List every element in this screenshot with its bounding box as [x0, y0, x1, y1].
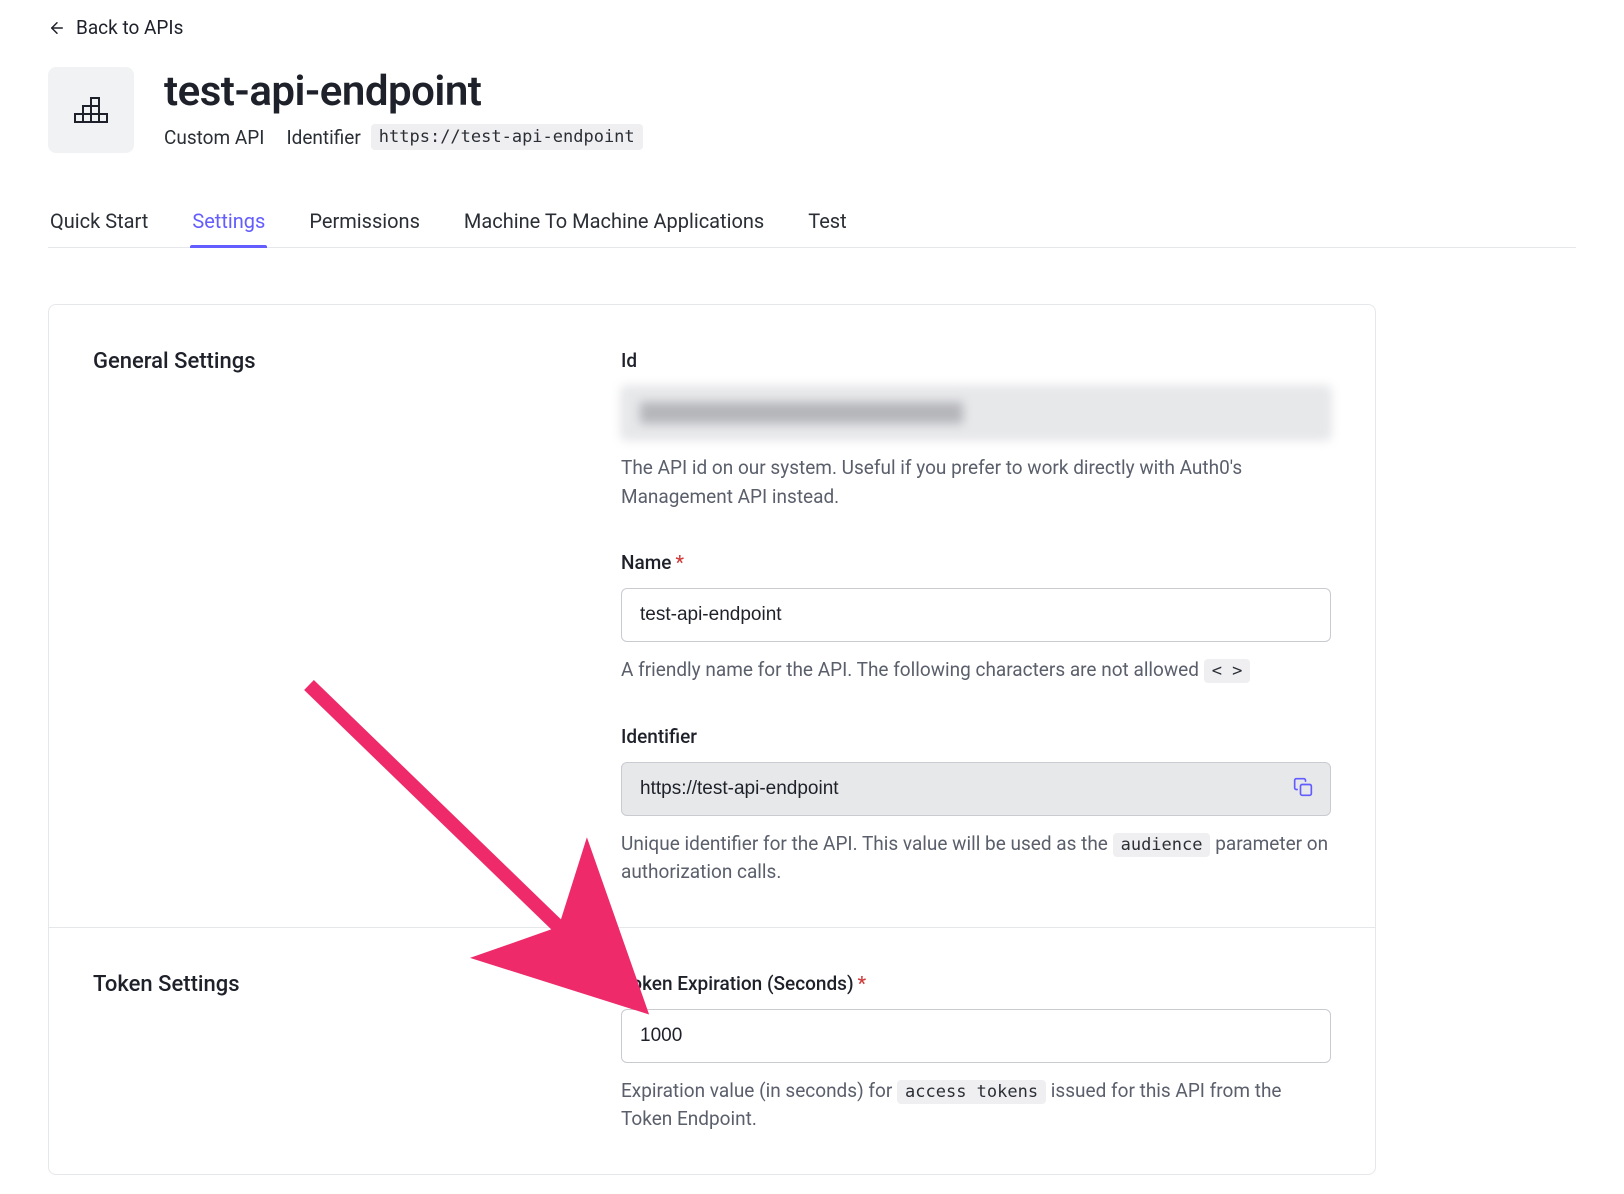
api-icon — [48, 67, 134, 153]
name-label: Name* — [621, 551, 1331, 574]
section-token: Token Settings Token Expiration (Seconds… — [49, 927, 1375, 1174]
field-group-identifier: Identifier Unique identifier for the API… — [621, 725, 1331, 887]
back-link-label: Back to APIs — [76, 16, 183, 39]
tab-m2m[interactable]: Machine To Machine Applications — [462, 197, 766, 247]
token-expiration-help: Expiration value (in seconds) for access… — [621, 1077, 1331, 1134]
token-expiration-label: Token Expiration (Seconds)* — [621, 972, 1331, 995]
id-input — [621, 386, 1331, 440]
tab-test[interactable]: Test — [806, 197, 848, 247]
settings-panel: General Settings Id The API id on our sy… — [48, 304, 1376, 1175]
page-header: test-api-endpoint Custom API Identifier … — [48, 67, 1576, 153]
field-group-name: Name* A friendly name for the API. The f… — [621, 551, 1331, 685]
id-label: Id — [621, 349, 1331, 372]
id-help: The API id on our system. Useful if you … — [621, 454, 1331, 511]
page-title: test-api-endpoint — [164, 67, 643, 116]
section-token-title: Token Settings — [93, 972, 621, 1134]
tab-permissions[interactable]: Permissions — [307, 197, 422, 247]
token-expiration-input[interactable] — [621, 1009, 1331, 1063]
tabs: Quick Start Settings Permissions Machine… — [48, 197, 1576, 248]
tab-quick-start[interactable]: Quick Start — [48, 197, 150, 247]
section-general: General Settings Id The API id on our sy… — [49, 305, 1375, 927]
section-general-title: General Settings — [93, 349, 621, 887]
identifier-help: Unique identifier for the API. This valu… — [621, 830, 1331, 887]
identifier-field-label: Identifier — [621, 725, 1331, 748]
tab-settings[interactable]: Settings — [190, 197, 267, 247]
arrow-left-icon — [48, 19, 66, 37]
back-to-apis-link[interactable]: Back to APIs — [48, 16, 183, 39]
identifier-input — [621, 762, 1331, 816]
api-type-label: Custom API — [164, 126, 264, 149]
field-group-token-expiration: Token Expiration (Seconds)* Expiration v… — [621, 972, 1331, 1134]
copy-icon — [1293, 777, 1313, 801]
name-help: A friendly name for the API. The followi… — [621, 656, 1331, 685]
identifier-label: Identifier — [286, 126, 360, 149]
field-group-id: Id The API id on our system. Useful if y… — [621, 349, 1331, 511]
name-input[interactable] — [621, 588, 1331, 642]
copy-identifier-button[interactable] — [1289, 775, 1317, 803]
identifier-value-badge: https://test-api-endpoint — [371, 124, 643, 150]
